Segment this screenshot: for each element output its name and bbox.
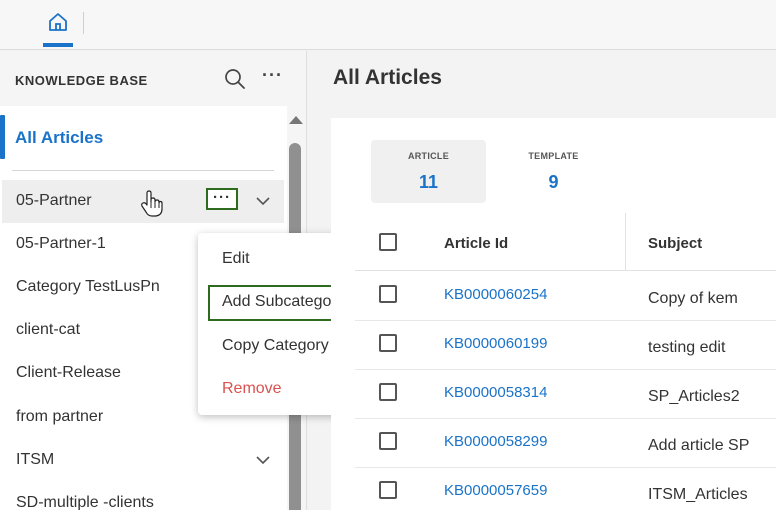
all-articles-item[interactable]: All Articles [0, 115, 286, 159]
category-label: from partner [16, 408, 104, 425]
article-subject: ITSM_Articles [648, 486, 748, 503]
stat-label: ARTICLE [407, 151, 450, 161]
select-all-checkbox[interactable] [379, 233, 397, 251]
stat-article[interactable]: ARTICLE 11 [371, 140, 486, 203]
article-id-link[interactable]: KB0000060199 [444, 335, 547, 352]
category-label: Category TestLusPn [16, 278, 160, 295]
active-tab-indicator [43, 43, 73, 47]
scroll-up-icon[interactable] [289, 116, 303, 124]
table-row[interactable]: KB0000060199 testing edit [355, 320, 776, 370]
stat-value: 9 [548, 172, 559, 192]
category-label: SD-multiple -clients [16, 494, 154, 510]
home-tab[interactable] [43, 9, 73, 47]
chevron-down-icon[interactable] [255, 195, 271, 207]
page-title: All Articles [333, 66, 442, 89]
category-label: Client-Release [16, 364, 121, 381]
category-label: 05-Partner [16, 192, 92, 209]
column-header-article-id[interactable]: Article Id [444, 235, 508, 252]
menu-item-label: Edit [222, 250, 250, 267]
category-item-itsm[interactable]: ITSM [2, 439, 284, 482]
table-row[interactable]: KB0000058314 SP_Articles2 [355, 369, 776, 419]
sidebar-more-button[interactable]: ··· [262, 65, 283, 86]
stat-template[interactable]: TEMPLATE 9 [496, 140, 611, 203]
category-item[interactable]: SD-multiple -clients [2, 482, 284, 510]
row-checkbox[interactable] [379, 285, 397, 303]
menu-item-label: Copy Category Id [222, 337, 347, 354]
menu-item-label: Add Subcategory [222, 293, 345, 310]
article-subject: testing edit [648, 339, 726, 356]
column-header-subject[interactable]: Subject [648, 235, 702, 252]
article-id-link[interactable]: KB0000057659 [444, 482, 547, 499]
category-label: ITSM [16, 451, 55, 468]
top-bar [0, 0, 776, 50]
column-separator [625, 213, 626, 271]
row-checkbox[interactable] [379, 432, 397, 450]
article-subject: Add article SP [648, 437, 750, 454]
category-more-button[interactable]: ··· [206, 188, 238, 210]
divider [12, 170, 274, 171]
articles-panel: ARTICLE 11 TEMPLATE 9 Article Id Subject… [331, 118, 776, 510]
search-icon[interactable] [224, 68, 246, 95]
menu-item-label: Remove [222, 380, 282, 397]
hand-cursor-icon [140, 190, 164, 223]
table-row[interactable]: KB0000058299 Add article SP [355, 418, 776, 468]
active-indicator [0, 115, 5, 159]
chevron-down-icon[interactable] [255, 454, 271, 466]
home-icon [49, 13, 67, 31]
article-subject: SP_Articles2 [648, 388, 740, 405]
tab-separator [83, 12, 84, 34]
article-id-link[interactable]: KB0000058299 [444, 433, 547, 450]
stat-value: 11 [418, 172, 439, 192]
stat-label: TEMPLATE [528, 151, 579, 161]
row-checkbox[interactable] [379, 334, 397, 352]
articles-table: Article Id Subject KB0000060254 Copy of … [355, 213, 776, 510]
article-id-link[interactable]: KB0000058314 [444, 384, 547, 401]
table-row[interactable]: KB0000057659 ITSM_Articles [355, 467, 776, 510]
all-articles-label: All Articles [15, 128, 104, 147]
row-checkbox[interactable] [379, 481, 397, 499]
article-id-link[interactable]: KB0000060254 [444, 286, 547, 303]
category-label: 05-Partner-1 [16, 235, 106, 252]
category-item-05-partner[interactable]: 05-Partner ··· [2, 180, 284, 223]
sidebar-title: KNOWLEDGE BASE [15, 73, 148, 88]
article-subject: Copy of kem [648, 290, 738, 307]
table-row[interactable]: KB0000060254 Copy of kem [355, 271, 776, 321]
row-checkbox[interactable] [379, 383, 397, 401]
category-label: client-cat [16, 321, 81, 338]
